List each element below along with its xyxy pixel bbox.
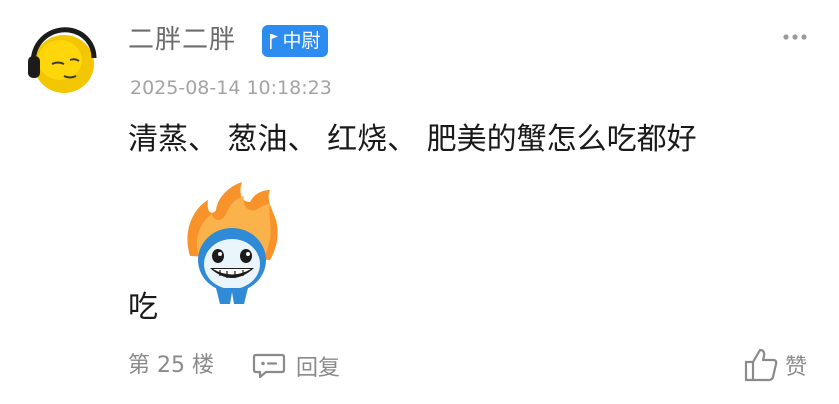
like-button[interactable]: 赞 — [743, 346, 807, 384]
flag-icon — [270, 34, 279, 49]
reply-label: 回复 — [296, 356, 341, 381]
more-dots-icon[interactable] — [782, 32, 808, 42]
username[interactable]: 二胖二胖 — [128, 22, 236, 58]
comment-bubble-icon — [252, 353, 286, 379]
post-content-line-2: 吃 — [128, 290, 158, 325]
yellow-face-avatar-icon — [24, 20, 100, 96]
rank-badge-label: 中尉 — [282, 30, 321, 52]
flame-emoji-icon — [187, 182, 278, 304]
post-card: 二胖二胖 中尉 2025-08-14 10:18:23 清蒸、 葱油、 红烧、 … — [0, 0, 839, 404]
like-label: 赞 — [785, 355, 808, 380]
user-avatar[interactable] — [24, 20, 100, 96]
post-content-line-1: 清蒸、 葱油、 红烧、 肥美的蟹怎么吃都好 — [128, 122, 697, 157]
reply-button[interactable]: 回复 — [252, 350, 340, 382]
post-timestamp: 2025-08-14 10:18:23 — [130, 77, 332, 99]
thumbs-up-icon — [744, 348, 778, 382]
floor-number: 第 25 楼 — [128, 353, 214, 378]
rank-badge: 中尉 — [262, 25, 328, 57]
